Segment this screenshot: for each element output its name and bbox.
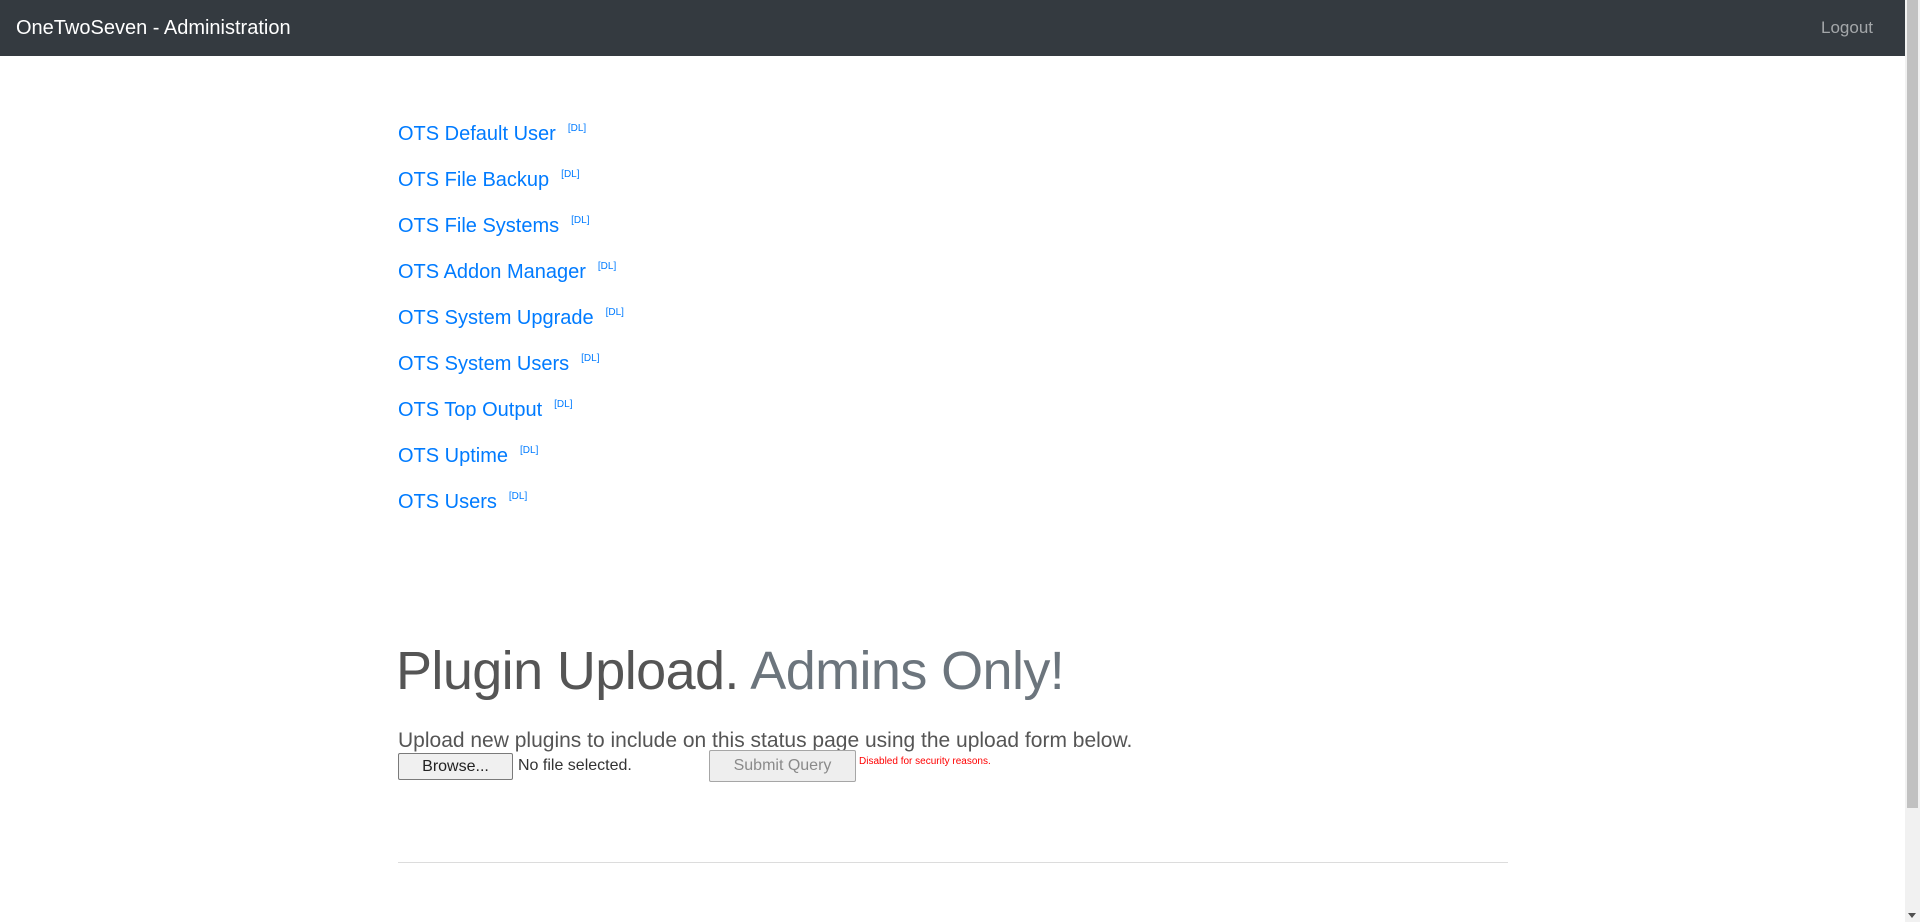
list-item: OTS System Upgrade [DL] bbox=[398, 302, 624, 348]
upload-heading: Plugin Upload. Admins Only! bbox=[396, 638, 1065, 704]
download-link[interactable]: [DL] bbox=[520, 445, 538, 456]
list-item: OTS File Systems [DL] bbox=[398, 210, 624, 256]
page-content: OneTwoSeven - Administration Logout OTS … bbox=[0, 0, 1905, 922]
vertical-scrollbar[interactable] bbox=[1905, 0, 1920, 922]
list-item: OTS Top Output [DL] bbox=[398, 394, 624, 440]
security-warning: Disabled for security reasons. bbox=[859, 756, 991, 767]
link-ots-system-users[interactable]: OTS System Users bbox=[398, 353, 569, 375]
scroll-down-arrow-icon[interactable] bbox=[1908, 913, 1916, 918]
scrollbar-thumb[interactable] bbox=[1907, 0, 1918, 808]
list-item: OTS File Backup [DL] bbox=[398, 164, 624, 210]
section-divider bbox=[398, 862, 1508, 863]
list-item: OTS Uptime [DL] bbox=[398, 440, 624, 486]
link-ots-file-backup[interactable]: OTS File Backup bbox=[398, 169, 549, 191]
download-link[interactable]: [DL] bbox=[554, 399, 572, 410]
list-item: OTS Default User [DL] bbox=[398, 118, 624, 164]
browser-viewport: OneTwoSeven - Administration Logout OTS … bbox=[0, 0, 1920, 922]
upload-heading-muted: Admins Only! bbox=[750, 641, 1065, 701]
browse-file-button[interactable]: Browse... bbox=[398, 753, 513, 780]
download-link[interactable]: [DL] bbox=[561, 169, 579, 180]
download-link[interactable]: [DL] bbox=[598, 261, 616, 272]
navbar-brand[interactable]: OneTwoSeven - Administration bbox=[16, 15, 291, 41]
list-item: OTS Users [DL] bbox=[398, 486, 624, 532]
download-link[interactable]: [DL] bbox=[571, 215, 589, 226]
link-ots-file-systems[interactable]: OTS File Systems bbox=[398, 215, 559, 237]
submit-query-button: Submit Query bbox=[709, 750, 856, 782]
link-ots-users[interactable]: OTS Users bbox=[398, 491, 497, 513]
link-ots-top-output[interactable]: OTS Top Output bbox=[398, 399, 542, 421]
download-link[interactable]: [DL] bbox=[606, 307, 624, 318]
top-navbar: OneTwoSeven - Administration Logout bbox=[0, 0, 1905, 56]
logout-link[interactable]: Logout bbox=[1821, 17, 1873, 39]
download-link[interactable]: [DL] bbox=[581, 353, 599, 364]
link-ots-default-user[interactable]: OTS Default User bbox=[398, 123, 556, 145]
file-selection-status: No file selected. bbox=[518, 757, 632, 774]
list-item: OTS System Users [DL] bbox=[398, 348, 624, 394]
download-link[interactable]: [DL] bbox=[509, 491, 527, 502]
admin-links-list: OTS Default User [DL] OTS File Backup [DL]… bbox=[398, 118, 624, 532]
link-ots-system-upgrade[interactable]: OTS System Upgrade bbox=[398, 307, 594, 329]
download-link[interactable]: [DL] bbox=[568, 123, 586, 134]
link-ots-uptime[interactable]: OTS Uptime bbox=[398, 445, 508, 467]
link-ots-addon-manager[interactable]: OTS Addon Manager bbox=[398, 261, 586, 283]
list-item: OTS Addon Manager [DL] bbox=[398, 256, 624, 302]
upload-heading-main: Plugin Upload. bbox=[396, 641, 739, 701]
